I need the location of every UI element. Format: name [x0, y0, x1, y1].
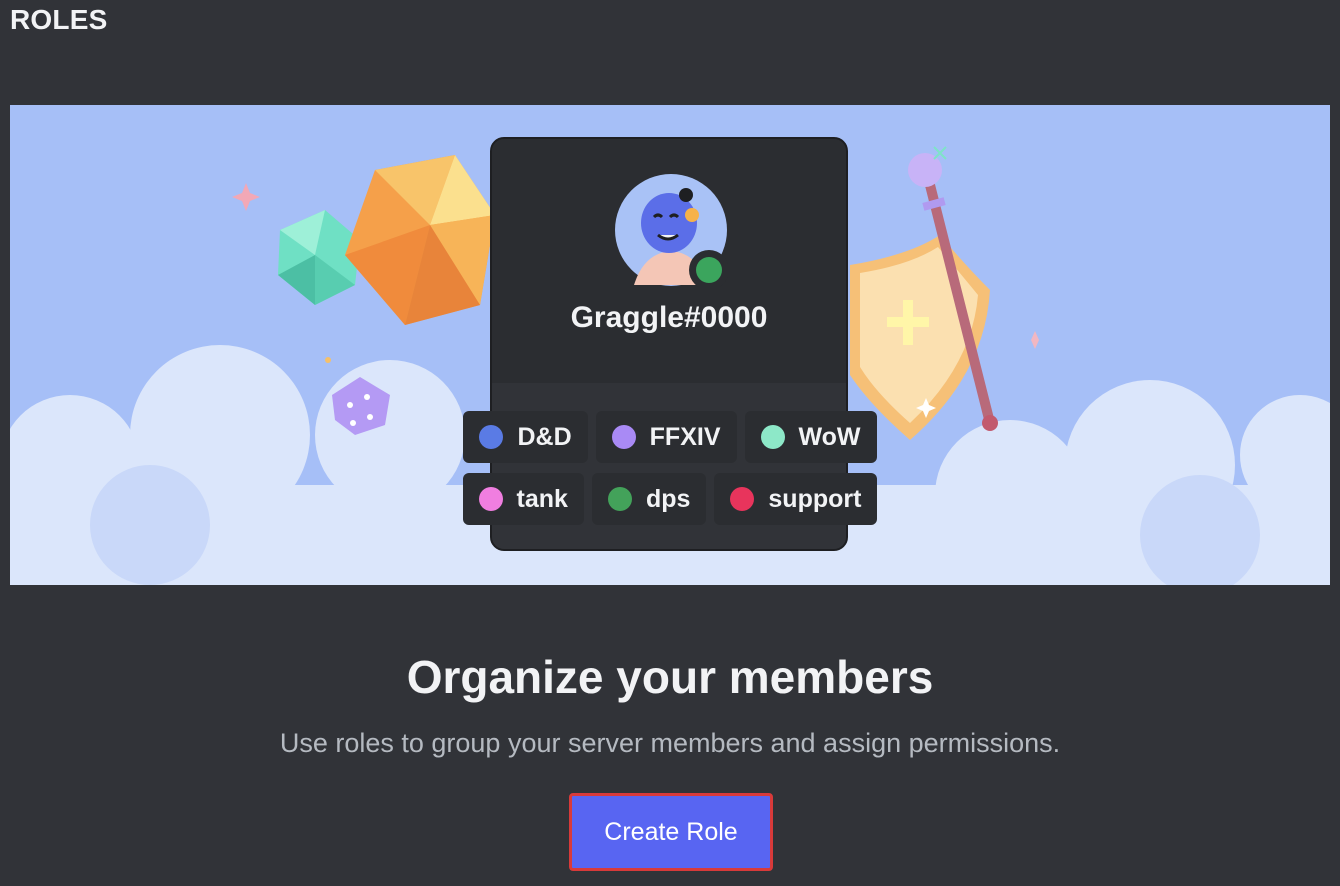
- role-pill-dnd: D&D: [463, 411, 588, 463]
- page-title: ROLES: [10, 4, 108, 35]
- role-pill-dps: dps: [591, 473, 707, 525]
- role-label: support: [768, 484, 862, 513]
- role-pill-wow: WoW: [744, 411, 877, 463]
- d20-dice-icon: [345, 155, 495, 325]
- avatar: [615, 174, 728, 287]
- empty-state-heading: Organize your members: [406, 651, 934, 703]
- role-label: FFXIV: [649, 422, 721, 451]
- role-color-dot: [730, 487, 755, 511]
- role-label: dps: [645, 484, 691, 513]
- role-color-dot: [611, 425, 636, 449]
- role-label: tank: [516, 484, 568, 513]
- role-label: WoW: [798, 422, 861, 451]
- role-pill-ffxiv: FFXIV: [595, 411, 737, 463]
- role-pill-support: support: [714, 473, 878, 525]
- role-label: D&D: [517, 422, 572, 451]
- role-color-dot: [479, 425, 504, 449]
- role-row: D&D FFXIV WoW: [456, 411, 884, 463]
- role-color-dot: [478, 487, 503, 511]
- empty-state-description: Use roles to group your server members a…: [279, 728, 1061, 758]
- role-pill-tank: tank: [462, 473, 584, 525]
- profile-username: Graggle#0000: [570, 301, 768, 334]
- role-pills: D&D FFXIV WoW tank dps support: [456, 411, 884, 535]
- online-status-icon: [696, 257, 722, 283]
- role-row: tank dps support: [456, 473, 884, 525]
- roles-illustration-banner: Graggle#0000 D&D FFXIV WoW tank dps supp…: [10, 105, 1330, 585]
- role-color-dot: [607, 487, 632, 511]
- role-color-dot: [760, 425, 785, 449]
- create-role-button[interactable]: Create Role: [569, 793, 773, 871]
